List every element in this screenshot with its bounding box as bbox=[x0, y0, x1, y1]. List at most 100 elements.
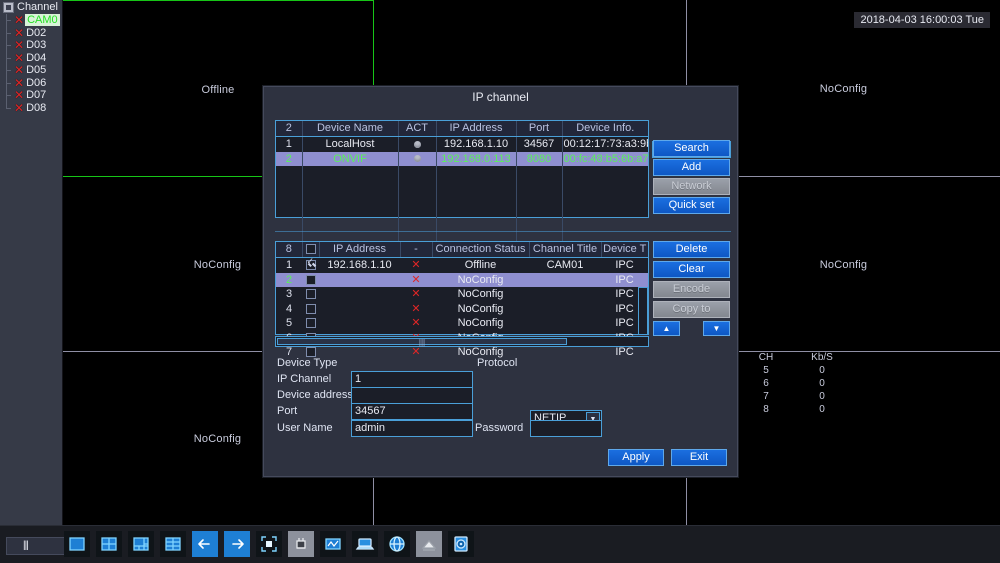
channel-row[interactable]: 4 ✕ NoConfig IPC bbox=[276, 302, 648, 317]
channel-offline-icon: ✕ bbox=[14, 63, 25, 78]
channel-checkbox[interactable] bbox=[305, 274, 316, 285]
device-col-header: 2 bbox=[276, 121, 303, 137]
channel-header-row: 8 IP Address - Connection Status Channel Tit… bbox=[276, 242, 648, 258]
channel-row[interactable]: 5 ✕ NoConfig IPC bbox=[276, 316, 648, 331]
channel-checkbox[interactable] bbox=[305, 347, 316, 358]
ip-channel-table[interactable]: 8 IP Address - Connection Status Channel Tit… bbox=[275, 241, 649, 358]
exit-button[interactable]: Exit bbox=[671, 449, 727, 466]
channel-table-vscrollbar[interactable] bbox=[638, 287, 648, 335]
channel-col-header: 8 bbox=[276, 242, 303, 258]
device-address-input[interactable] bbox=[351, 387, 473, 404]
device-cell-empty bbox=[302, 180, 399, 195]
hscrollbar-thumb[interactable]: ||| bbox=[277, 338, 567, 347]
channel-checkbox[interactable] bbox=[305, 258, 316, 271]
channel-table-hscrollbar[interactable]: ||| bbox=[275, 336, 649, 347]
fullscreen-icon[interactable] bbox=[256, 531, 282, 557]
channel-row[interactable]: 3 ✕ NoConfig IPC bbox=[276, 287, 648, 302]
quad-view-icon[interactable] bbox=[96, 531, 122, 557]
chart-icon[interactable] bbox=[320, 531, 346, 557]
collapse-box-icon[interactable] bbox=[3, 2, 14, 13]
device-col-header: Device Info. bbox=[562, 121, 648, 137]
channel-row[interactable]: 2 ✕ NoConfig IPC bbox=[276, 272, 648, 287]
port-label: Port bbox=[277, 405, 298, 417]
single-view-icon[interactable] bbox=[64, 531, 90, 557]
delete-button[interactable]: Delete bbox=[653, 241, 730, 258]
device-cell: 8080 bbox=[516, 151, 563, 166]
device-cell-empty bbox=[302, 166, 399, 181]
channel-cell: NoConfig bbox=[457, 302, 504, 315]
channel-checkbox-cell[interactable] bbox=[302, 302, 319, 317]
bitrate-cell: 8 bbox=[763, 404, 769, 415]
channel-cell: CAM01 bbox=[546, 259, 584, 271]
user-name-input[interactable]: admin bbox=[351, 420, 473, 437]
channel-item-d02[interactable]: ✕ D02 bbox=[0, 25, 62, 40]
channel-item-d05[interactable]: ✕ D05 bbox=[0, 64, 62, 77]
quick-set-button[interactable]: Quick set bbox=[653, 197, 730, 214]
channel-cell: 5 bbox=[285, 317, 293, 329]
disconnected-x-icon: ✕ bbox=[411, 273, 421, 286]
add-button[interactable]: Add bbox=[653, 159, 730, 176]
channel-item-d06[interactable]: ✕ D06 bbox=[0, 76, 62, 89]
device-cell-empty bbox=[436, 166, 517, 181]
channel-row[interactable]: 1 192.168.1.10 ✕ Offline CAM01 IPC bbox=[276, 258, 648, 273]
channel-item-label: D04 bbox=[26, 51, 47, 64]
ip-channel-input[interactable]: 1 bbox=[351, 371, 473, 388]
channel-item-d07[interactable]: ✕ D07 bbox=[0, 89, 62, 102]
channel-checkbox-cell[interactable] bbox=[302, 316, 319, 331]
search-button[interactable]: Search bbox=[653, 140, 730, 157]
device-row[interactable]: 1 LocalHost 192.168.1.10 34567 00:12:17:73:a… bbox=[276, 136, 648, 152]
channel-col-header: Connection Status bbox=[432, 242, 530, 258]
password-input[interactable] bbox=[530, 420, 602, 437]
channel-cell: 1 bbox=[285, 259, 293, 271]
port-input[interactable]: 34567 bbox=[351, 403, 473, 420]
clear-button[interactable]: Clear bbox=[653, 261, 730, 278]
device-row-empty bbox=[276, 195, 648, 210]
channel-status-icon-cell: ✕ bbox=[400, 316, 432, 331]
channel-cell: NoConfig bbox=[457, 288, 504, 300]
select-all-checkbox[interactable] bbox=[305, 244, 316, 255]
archive-icon[interactable] bbox=[416, 531, 442, 557]
channel-checkbox-cell[interactable] bbox=[302, 272, 319, 287]
device-cell: 192.168.1.10 bbox=[436, 136, 517, 152]
channel-offline-icon: ✕ bbox=[14, 100, 25, 115]
channel-offline-icon: ✕ bbox=[14, 25, 25, 40]
next-arrow-icon[interactable] bbox=[224, 531, 250, 557]
previous-arrow-icon[interactable] bbox=[192, 531, 218, 557]
taskbar-handle[interactable]: ||| bbox=[6, 537, 66, 555]
eight-view-icon[interactable] bbox=[160, 531, 186, 557]
channel-item-label: D05 bbox=[26, 64, 47, 77]
channel-cell: 192.168.1.10 bbox=[327, 259, 392, 271]
disconnected-x-icon: ✕ bbox=[411, 346, 421, 358]
device-cell-empty bbox=[302, 209, 399, 224]
channel-checkbox[interactable] bbox=[305, 289, 316, 300]
channel-offline-icon: ✕ bbox=[14, 88, 25, 103]
device-cell-empty bbox=[276, 180, 303, 195]
bitrate-cell: 6 bbox=[763, 378, 769, 389]
channel-checkbox[interactable] bbox=[305, 318, 316, 329]
device-row[interactable]: 2 ONVIF 192.168.0.113 8080 00:fc:48:b5:6b:a7 bbox=[276, 151, 648, 166]
channel-item-d03[interactable]: ✕ D03 bbox=[0, 39, 62, 52]
globe-icon[interactable] bbox=[384, 531, 410, 557]
device-cell: 34567 bbox=[516, 136, 563, 152]
device-address-label: Device address bbox=[277, 389, 353, 401]
channel-col-header: Channel Title bbox=[529, 242, 602, 258]
channel-item-d04[interactable]: ✕ D04 bbox=[0, 51, 62, 64]
laptop-icon[interactable] bbox=[352, 531, 378, 557]
six-view-icon[interactable] bbox=[128, 531, 154, 557]
channel-item-label: D02 bbox=[26, 26, 47, 39]
disc-icon[interactable] bbox=[448, 531, 474, 557]
channel-item-cam0[interactable]: ✕ CAM0 bbox=[0, 14, 62, 27]
apply-button[interactable]: Apply bbox=[608, 449, 664, 466]
move-up-button[interactable]: ▲ bbox=[653, 321, 680, 336]
channel-cell bbox=[319, 316, 400, 331]
channel-checkbox[interactable] bbox=[305, 303, 316, 314]
device-col-header: ACT bbox=[398, 121, 437, 137]
camera-plug-icon[interactable] bbox=[288, 531, 314, 557]
channel-checkbox-cell[interactable] bbox=[302, 258, 319, 273]
channel-item-d08[interactable]: ✕ D08 bbox=[0, 100, 62, 115]
disconnected-x-icon: ✕ bbox=[411, 317, 421, 329]
move-down-button[interactable]: ▼ bbox=[703, 321, 730, 336]
device-col-header: Device Name bbox=[302, 121, 399, 137]
channel-checkbox-cell[interactable] bbox=[302, 287, 319, 302]
discovered-device-table[interactable]: 2 Device Name ACT IP Address Port Device Info… bbox=[275, 120, 649, 253]
